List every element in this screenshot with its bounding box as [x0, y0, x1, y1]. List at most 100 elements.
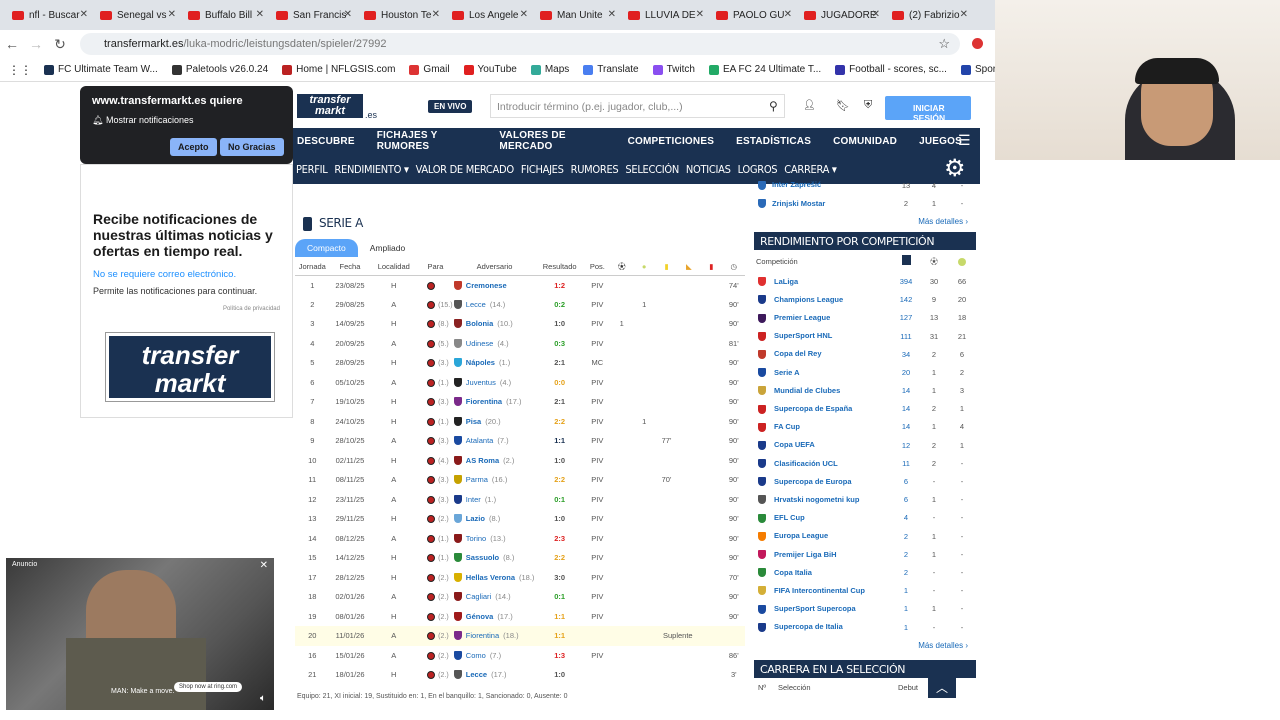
tab-close-icon[interactable]: ✕: [784, 9, 792, 20]
live-button[interactable]: EN VIVO: [428, 100, 473, 113]
match-row[interactable]: 16 15/01/26 A (2.) Como (7.) 1:3 PIV 86': [295, 646, 745, 666]
opponent[interactable]: Cremonese: [453, 280, 535, 290]
opponent-name[interactable]: Inter: [466, 495, 481, 504]
competition-row[interactable]: EFL Cup 4 - -: [754, 509, 976, 527]
main-nav-item[interactable]: DESCUBRE: [297, 136, 355, 147]
competition-row[interactable]: Clasificación UCL 11 2 -: [754, 454, 976, 472]
competition-name[interactable]: Copa Italia: [774, 568, 812, 577]
opponent-cell[interactable]: Torino (13.): [453, 529, 535, 549]
opponent[interactable]: Udinese (4.): [453, 338, 535, 348]
competition-name[interactable]: Copa UEFA: [774, 440, 815, 449]
competition-apps[interactable]: 14: [892, 382, 920, 400]
sub-nav-item[interactable]: RENDIMIENTO ▾: [334, 163, 409, 176]
opponent[interactable]: Cagliari (14.): [453, 592, 535, 602]
opponent-name[interactable]: Nápoles: [466, 358, 495, 367]
competition-row[interactable]: Supercopa de Europa 6 - -: [754, 472, 976, 490]
match-row[interactable]: 19 08/01/26 H (2.) Génova (17.) 1:1 PIV 90': [295, 607, 745, 627]
opponent[interactable]: Nápoles (1.): [453, 358, 535, 368]
match-row[interactable]: 4 20/09/25 A (5.) Udinese (4.) 0:3 PIV 81': [295, 334, 745, 354]
opponent[interactable]: Hellas Verona (18.): [453, 572, 535, 582]
competition-apps[interactable]: 34: [892, 345, 920, 363]
match-row[interactable]: 15 14/12/25 H (1.) Sassuolo (8.) 2:2 PIV 90': [295, 548, 745, 568]
tab-close-icon[interactable]: ✕: [344, 9, 352, 20]
tab-close-icon[interactable]: ✕: [520, 9, 528, 20]
competition-cell[interactable]: Copa UEFA: [754, 436, 892, 454]
tab-close-icon[interactable]: ✕: [608, 9, 616, 20]
competition-name[interactable]: Europa League: [774, 531, 828, 540]
club-name[interactable]: Inter Zaprešić: [772, 180, 821, 189]
opponent[interactable]: Bolonia (10.): [453, 319, 535, 329]
browser-tab[interactable]: Man Unite ✕: [534, 3, 622, 27]
opponent-name[interactable]: Como: [466, 651, 486, 660]
result[interactable]: 3:0: [535, 568, 584, 588]
competition-cell[interactable]: Supercopa de Italia: [754, 618, 892, 636]
opponent-cell[interactable]: Udinese (4.): [453, 334, 535, 354]
competition-name[interactable]: Supercopa de España: [774, 404, 852, 413]
match-row[interactable]: 5 28/09/25 H (3.) Nápoles (1.) 2:1 MC 90': [295, 353, 745, 373]
competition-apps[interactable]: 142: [892, 291, 920, 309]
tab-ampliado[interactable]: Ampliado: [358, 239, 417, 257]
opponent-cell[interactable]: Nápoles (1.): [453, 353, 535, 373]
competition-row[interactable]: Mundial de Clubes 14 1 3: [754, 382, 976, 400]
competition-cell[interactable]: FIFA Intercontinental Cup: [754, 582, 892, 600]
tab-close-icon[interactable]: ✕: [960, 9, 968, 20]
competition-row[interactable]: Premier League 127 13 18: [754, 309, 976, 327]
opponent-cell[interactable]: Parma (16.): [453, 470, 535, 490]
browser-tab[interactable]: (2) Fabrizio ✕: [886, 3, 974, 27]
competition-apps[interactable]: 2: [892, 527, 920, 545]
opponent-name[interactable]: AS Roma: [466, 456, 499, 465]
match-row[interactable]: 12 23/11/25 A (3.) Inter (1.) 0:1 PIV 90': [295, 490, 745, 510]
bookmark-item[interactable]: FC Ultimate Team W...: [44, 64, 158, 75]
bookmark-item[interactable]: Sports Betting and...: [960, 64, 995, 75]
competition-cell[interactable]: Mundial de Clubes: [754, 382, 892, 400]
competition-cell[interactable]: Premier League: [754, 309, 892, 327]
bookmark-icon[interactable]: 🔖︎: [836, 99, 850, 112]
more-details-link[interactable]: Más detalles ›: [754, 212, 976, 232]
opponent-name[interactable]: Lazio: [466, 514, 485, 523]
competition-name[interactable]: Champions League: [774, 295, 843, 304]
browser-tab[interactable]: nfl - Buscar ✕: [6, 3, 94, 27]
match-row[interactable]: 17 28/12/25 H (2.) Hellas Verona (18.) 3:0 PIV 7…: [295, 568, 745, 588]
opponent[interactable]: Génova (17.): [453, 611, 535, 621]
user-search-icon[interactable]: 👤︎: [803, 100, 816, 111]
bookmark-star-icon[interactable]: ☆: [938, 36, 950, 52]
browser-tab[interactable]: Senegal vs ✕: [94, 3, 182, 27]
scroll-top-button[interactable]: ︿: [928, 678, 956, 698]
match-row[interactable]: 18 02/01/26 A (2.) Cagliari (14.) 0:1 PIV 90': [295, 587, 745, 607]
back-icon[interactable]: ←: [0, 36, 24, 52]
competition-apps[interactable]: 11: [892, 454, 920, 472]
competition-row[interactable]: Supercopa de España 14 2 1: [754, 400, 976, 418]
opponent-name[interactable]: Juventus: [466, 378, 496, 387]
browser-tab[interactable]: JUGADORE ✕: [798, 3, 886, 27]
match-row[interactable]: 1 23/08/25 H Cremonese 1:2 PIV 74': [295, 275, 745, 295]
sub-nav-item[interactable]: VALOR DE MERCADO: [416, 163, 514, 176]
main-nav-item[interactable]: COMUNIDAD: [833, 136, 897, 147]
bookmark-item[interactable]: Gmail: [409, 64, 450, 75]
opponent-cell[interactable]: Génova (17.): [453, 607, 535, 627]
result[interactable]: 1:1: [535, 431, 584, 451]
match-row[interactable]: 21 18/01/26 H (2.) Lecce (17.) 1:0 3': [295, 665, 745, 685]
competition-name[interactable]: Premier League: [774, 313, 830, 322]
result[interactable]: 2:1: [535, 392, 584, 412]
opponent-cell[interactable]: Lecce (17.): [453, 665, 535, 685]
competition-name[interactable]: Premijer Liga BiH: [774, 550, 837, 559]
match-row[interactable]: 14 08/12/25 A (1.) Torino (13.) 2:3 PIV 90': [295, 529, 745, 549]
result[interactable]: 0:1: [535, 587, 584, 607]
opponent-cell[interactable]: Cagliari (14.): [453, 587, 535, 607]
opponent-cell[interactable]: Lecce (14.): [453, 295, 535, 315]
bookmark-item[interactable]: Translate: [583, 64, 639, 75]
competition-name[interactable]: SuperSport Supercopa: [774, 604, 856, 613]
column-header[interactable]: Para: [417, 258, 454, 276]
reload-icon[interactable]: ↻: [48, 36, 72, 53]
competition-row[interactable]: SuperSport Supercopa 1 1 -: [754, 600, 976, 618]
competition-row[interactable]: Champions League 142 9 20: [754, 291, 976, 309]
main-nav-item[interactable]: VALORES DE MERCADO: [499, 130, 605, 152]
competition-cell[interactable]: Hrvatski nogometni kup: [754, 491, 892, 509]
transfermarkt-logo[interactable]: transfer markt: [297, 94, 363, 118]
competition-name[interactable]: EFL Cup: [774, 513, 805, 522]
accept-button[interactable]: Acepto: [170, 138, 217, 156]
browser-tab[interactable]: Los Angele ✕: [446, 3, 534, 27]
competition-apps[interactable]: 1: [892, 618, 920, 636]
main-nav-item[interactable]: COMPETICIONES: [628, 136, 715, 147]
competition-name[interactable]: Supercopa de Europa: [774, 477, 852, 486]
